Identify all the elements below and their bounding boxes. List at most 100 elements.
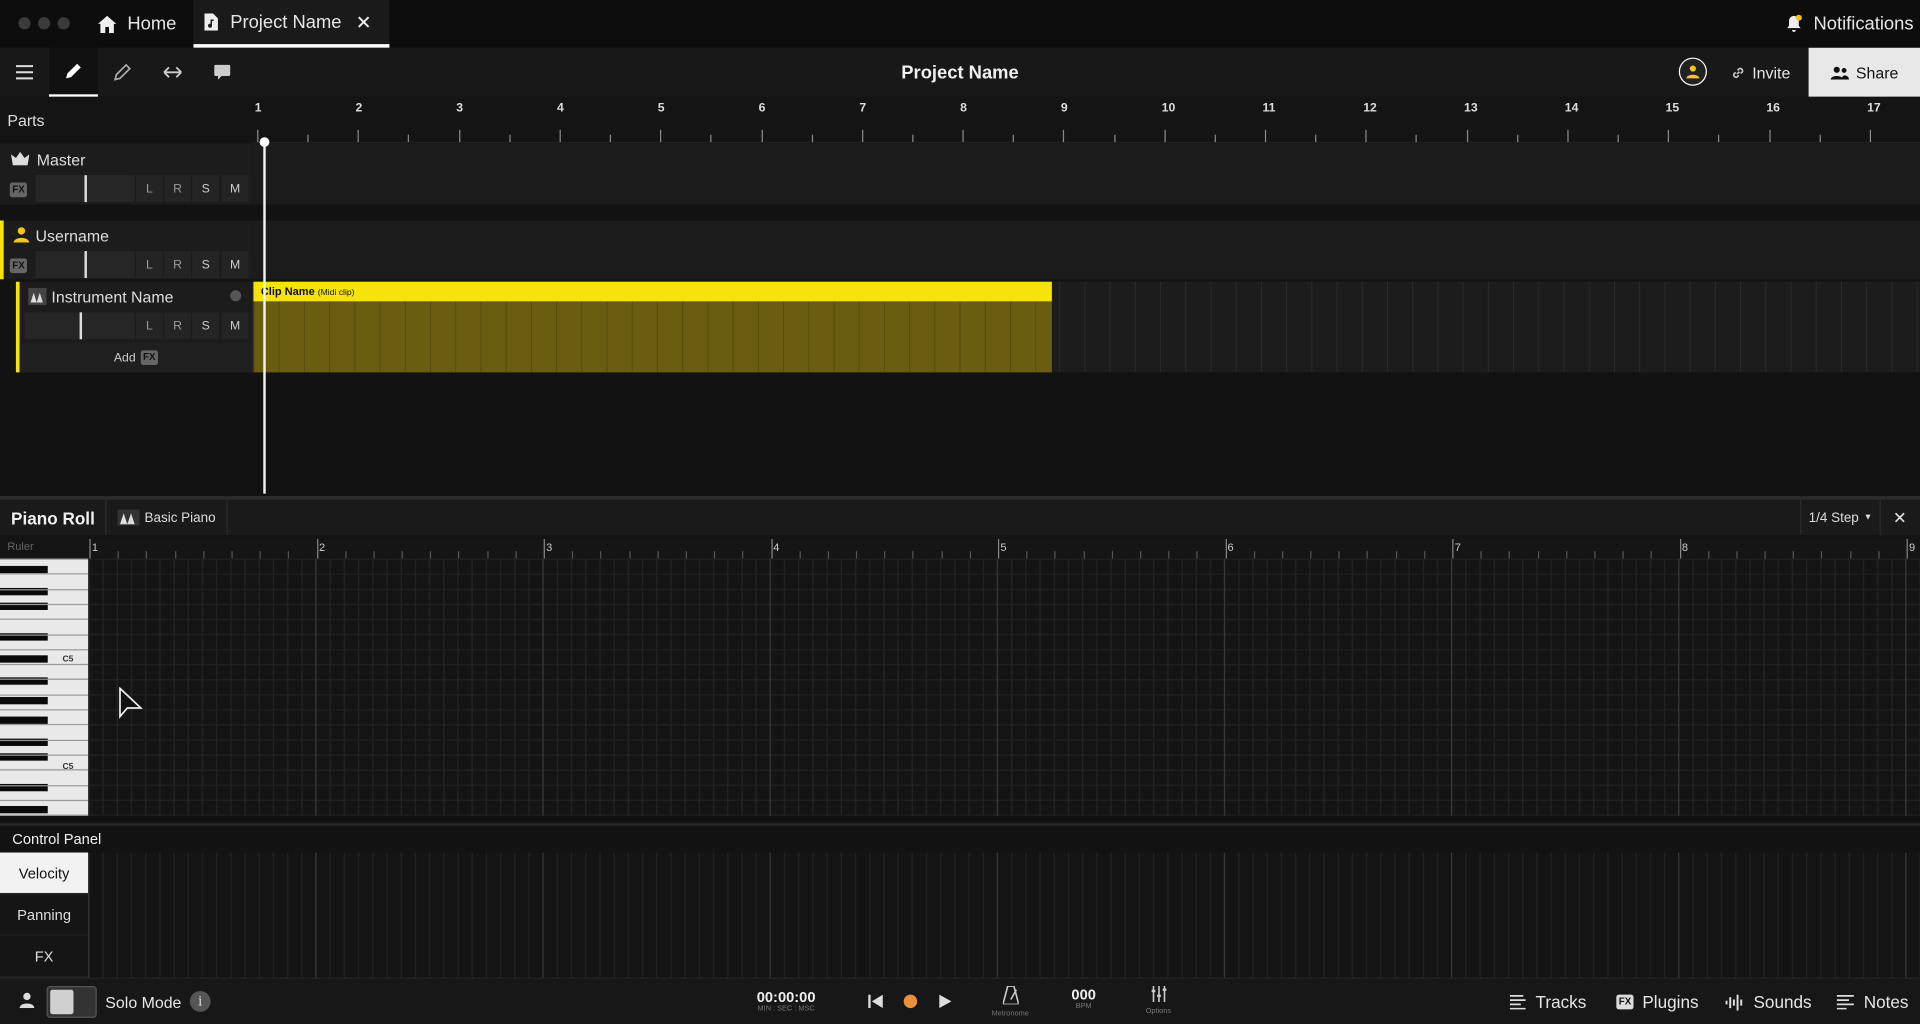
- mute-button[interactable]: M: [221, 251, 249, 279]
- black-key[interactable]: [0, 716, 48, 724]
- options-button[interactable]: Options: [1139, 986, 1178, 1015]
- bar-tick: [1225, 538, 1227, 559]
- solo-mode-toggle[interactable]: [46, 986, 97, 1018]
- track-lane-user[interactable]: [252, 220, 1920, 280]
- notes-button[interactable]: Notes: [1836, 979, 1908, 1024]
- window-maximize-dot[interactable]: [57, 17, 70, 30]
- pan-left-button[interactable]: L: [135, 175, 163, 203]
- control-lane[interactable]: [88, 852, 1920, 978]
- bar-number: 4: [773, 541, 780, 554]
- pan-right-button[interactable]: R: [164, 175, 192, 203]
- info-icon[interactable]: i: [189, 990, 211, 1012]
- pan-right-button[interactable]: R: [164, 251, 192, 279]
- solo-button[interactable]: S: [192, 251, 220, 279]
- pan-left-button[interactable]: L: [135, 312, 163, 340]
- volume-slider-handle[interactable]: [84, 251, 87, 279]
- tab-project[interactable]: Project Name: [193, 0, 390, 48]
- avatar[interactable]: [1678, 57, 1707, 86]
- step-tick: [1338, 551, 1340, 559]
- panning-tab[interactable]: Panning: [0, 894, 89, 936]
- pan-right-button[interactable]: R: [164, 312, 192, 340]
- track-name: Master: [36, 150, 86, 170]
- instrument-selector[interactable]: Basic Piano: [105, 499, 228, 536]
- bar-tick: [559, 129, 561, 143]
- skip-back-button[interactable]: [868, 994, 883, 1009]
- notifications-button[interactable]: Notifications: [1785, 0, 1920, 48]
- timeline-ruler[interactable]: 1 2 3 4 5 6 7 8 9 10 11 12 13 14 15 16 17: [252, 96, 1920, 144]
- black-key[interactable]: [0, 805, 48, 814]
- clip-type: (Midi clip): [317, 289, 355, 298]
- half-bar-tick: [1315, 134, 1317, 143]
- record-arm-icon[interactable]: [230, 290, 242, 302]
- mute-button[interactable]: M: [221, 312, 249, 340]
- midi-clip[interactable]: Clip Name (Midi clip): [253, 281, 1052, 373]
- track-user[interactable]: Username FX L R S M: [0, 220, 253, 280]
- add-fx-button[interactable]: Add FX: [19, 342, 253, 373]
- track-fx-badge[interactable]: FX: [9, 182, 28, 198]
- clip-header[interactable]: Clip Name (Midi clip): [253, 281, 1052, 302]
- step-tick: [1395, 551, 1397, 559]
- track-master[interactable]: Master FX L R S M: [0, 143, 253, 205]
- record-button[interactable]: [903, 994, 918, 1009]
- bar-tick: [660, 129, 662, 143]
- invite-button[interactable]: Invite: [1731, 48, 1790, 97]
- share-button[interactable]: Share: [1808, 47, 1920, 97]
- white-key-divider: [0, 814, 89, 816]
- solo-button[interactable]: S: [192, 312, 220, 340]
- caret-down-icon: ▼: [1863, 513, 1873, 522]
- white-key-divider: [0, 634, 89, 636]
- bpm-display[interactable]: 000 BPM: [1063, 986, 1105, 1010]
- crown-icon: [11, 151, 30, 166]
- play-button[interactable]: [939, 994, 952, 1009]
- volume-slider-handle[interactable]: [79, 312, 83, 340]
- step-tick: [146, 551, 148, 559]
- window-close-dot[interactable]: [18, 17, 31, 30]
- bpm-label: BPM: [1075, 1003, 1092, 1011]
- fx-tab[interactable]: FX: [0, 935, 89, 978]
- users-icon: [1830, 66, 1849, 80]
- half-bar-tick: [710, 134, 712, 143]
- black-key[interactable]: [0, 696, 48, 705]
- sounds-button[interactable]: Sounds: [1725, 979, 1812, 1024]
- ruler-label: Ruler: [7, 540, 34, 553]
- half-bar-tick: [408, 134, 410, 143]
- mute-button[interactable]: M: [221, 175, 249, 203]
- control-panel-header: Control Panel: [0, 823, 1920, 853]
- track-lane-master[interactable]: [252, 143, 1920, 205]
- volume-slider[interactable]: [35, 251, 135, 279]
- step-tick: [1736, 551, 1738, 559]
- bar-tick: [89, 538, 91, 559]
- solo-button[interactable]: S: [192, 175, 220, 203]
- bar-number: 7: [859, 101, 867, 116]
- step-dropdown[interactable]: 1/4 Step ▼: [1800, 499, 1881, 536]
- close-tab-icon[interactable]: [357, 16, 370, 28]
- close-piano-roll-button[interactable]: [1891, 508, 1908, 525]
- user-icon[interactable]: [19, 992, 35, 1009]
- piano-roll-ruler[interactable]: 1 2 3 4 5 6 7 8 9: [88, 538, 1920, 559]
- tab-home[interactable]: Home: [97, 0, 191, 48]
- playhead-handle[interactable]: [259, 137, 270, 147]
- track-instrument[interactable]: Instrument Name L R S M Add FX: [15, 281, 253, 373]
- half-bar-tick: [912, 134, 914, 143]
- volume-slider[interactable]: [35, 175, 135, 203]
- black-key[interactable]: [0, 565, 48, 574]
- note-grid[interactable]: [88, 558, 1920, 816]
- piano-keys[interactable]: C5 C5: [0, 558, 89, 816]
- tracks-header: Parts: [0, 96, 253, 144]
- black-key[interactable]: [0, 655, 48, 663]
- volume-slider-handle[interactable]: [84, 175, 87, 203]
- tracks-button[interactable]: Tracks: [1509, 979, 1586, 1024]
- half-bar-tick: [509, 134, 511, 143]
- playhead[interactable]: [263, 138, 266, 494]
- track-fx-badge[interactable]: FX: [9, 258, 28, 274]
- window-minimize-dot[interactable]: [37, 17, 51, 30]
- step-tick: [1537, 551, 1539, 559]
- metronome-button[interactable]: Metronome: [986, 986, 1035, 1018]
- pan-left-button[interactable]: L: [135, 251, 163, 279]
- step-tick: [827, 551, 829, 559]
- velocity-tab[interactable]: Velocity: [0, 852, 89, 895]
- volume-slider[interactable]: [24, 312, 135, 340]
- bar-tick: [1567, 129, 1569, 143]
- bar-number: 5: [1000, 541, 1007, 554]
- plugins-button[interactable]: FX Plugins: [1616, 979, 1699, 1024]
